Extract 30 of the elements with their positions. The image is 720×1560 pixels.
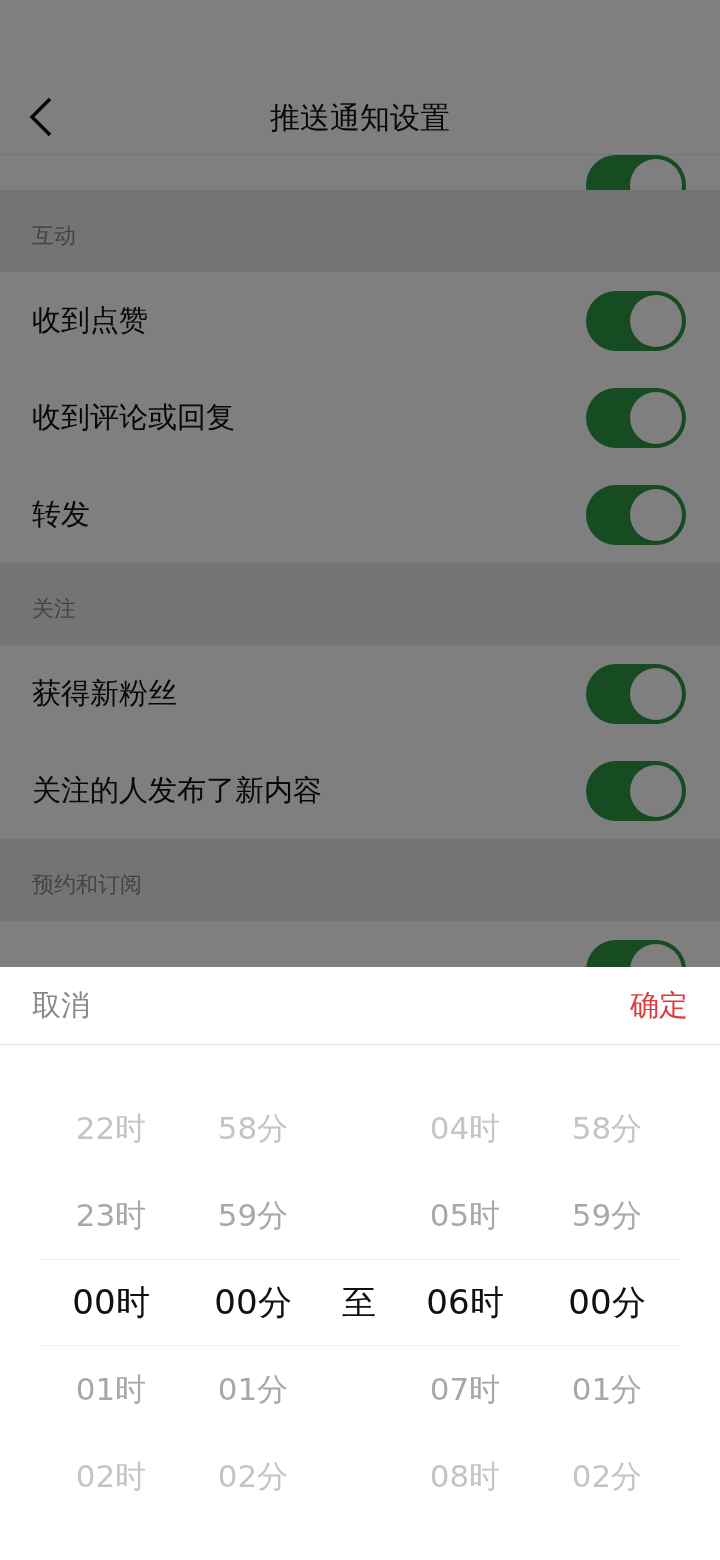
setting-label: 关注的人发布了新内容 — [32, 771, 322, 809]
wheel-option[interactable]: 04时 — [429, 1105, 501, 1152]
page-title: 推送通知设置 — [270, 98, 450, 137]
wheel-option[interactable]: 22时 — [75, 1105, 147, 1152]
wheel-option[interactable]: 00分 — [214, 1277, 292, 1328]
wheel-option[interactable]: 01时 — [75, 1366, 147, 1413]
wheel-option[interactable]: 02分 — [571, 1453, 643, 1500]
back-icon[interactable] — [28, 97, 54, 137]
wheel-option[interactable]: 00时 — [72, 1277, 150, 1328]
setting-label: 收到点赞 — [32, 301, 148, 339]
wheel-option[interactable]: 58分 — [217, 1105, 289, 1152]
wheel-option[interactable]: 23时 — [75, 1192, 147, 1239]
setting-label: 收到评论或回复 — [32, 398, 235, 436]
wheel-option[interactable]: 01分 — [217, 1366, 289, 1413]
wheel-option[interactable]: 02时 — [75, 1453, 147, 1500]
wheel-option[interactable]: 59分 — [571, 1192, 643, 1239]
wheel-option[interactable]: 01分 — [571, 1366, 643, 1413]
wheel-option[interactable]: 05时 — [429, 1192, 501, 1239]
range-separator: 至 — [342, 1281, 376, 1324]
wheel-option[interactable]: 07时 — [429, 1366, 501, 1413]
cancel-button[interactable]: 取消 — [32, 983, 90, 1028]
wheel-option[interactable]: 06时 — [426, 1277, 504, 1328]
confirm-button[interactable]: 确定 — [630, 983, 688, 1028]
wheel-option[interactable]: 59分 — [217, 1192, 289, 1239]
setting-label: 转发 — [32, 495, 90, 533]
wheel-option[interactable]: 58分 — [571, 1105, 643, 1152]
wheel-option[interactable]: 08时 — [429, 1453, 501, 1500]
wheel-option[interactable]: 00分 — [568, 1277, 646, 1328]
setting-label: 获得新粉丝 — [32, 674, 177, 712]
wheel-option[interactable]: 02分 — [217, 1453, 289, 1500]
